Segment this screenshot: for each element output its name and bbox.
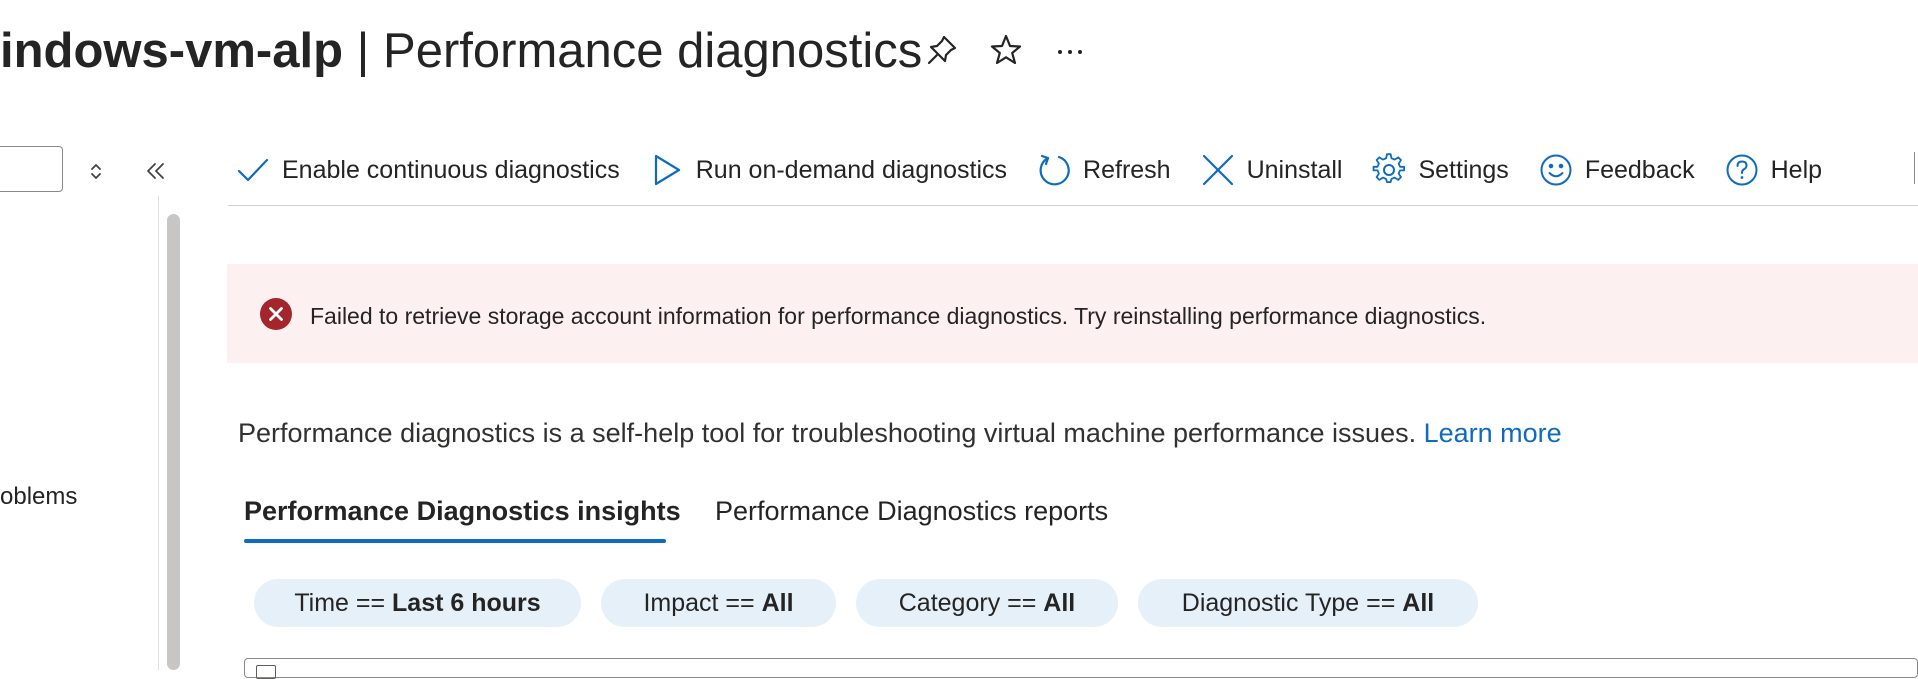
- uninstall-label: Uninstall: [1246, 155, 1343, 184]
- more-icon[interactable]: [1052, 32, 1088, 68]
- filter-value: All: [761, 589, 794, 617]
- command-bar: Enable continuous diagnostics Run on-dem…: [236, 146, 1852, 194]
- filter-key: Impact ==: [643, 589, 762, 617]
- toolbar-bottom-border: [228, 205, 1918, 206]
- error-message: Failed to retrieve storage account infor…: [310, 303, 1487, 329]
- vm-name: indows-vm-alp: [0, 24, 344, 78]
- run-on-demand-diagnostics-label: Run on-demand diagnostics: [695, 155, 1008, 184]
- tab-performance-diagnostics-insights[interactable]: Performance Diagnostics insights: [244, 493, 681, 529]
- settings-button[interactable]: Settings: [1372, 153, 1509, 187]
- learn-more-link[interactable]: Learn more: [1424, 418, 1562, 448]
- help-icon: [1726, 154, 1758, 186]
- expand-collapse-icon[interactable]: [81, 156, 111, 186]
- filter-pill-category[interactable]: Category == All: [856, 579, 1118, 627]
- run-on-demand-diagnostics-button[interactable]: Run on-demand diagnostics: [650, 153, 1007, 187]
- help-label: Help: [1770, 155, 1823, 184]
- sidebar-item-problems[interactable]: oblems: [0, 483, 77, 511]
- filter-pill-time[interactable]: Time == Last 6 hours: [254, 579, 581, 627]
- filter-value: Last 6 hours: [392, 589, 541, 617]
- collapse-sidebar-icon[interactable]: [141, 156, 171, 186]
- intro-description: Performance diagnostics is a self-help t…: [238, 418, 1424, 448]
- page-name: Performance diagnostics: [383, 24, 923, 78]
- enable-continuous-diagnostics-button[interactable]: Enable continuous diagnostics: [236, 153, 620, 187]
- toolbar-divider: [1914, 152, 1915, 184]
- enable-continuous-diagnostics-label: Enable continuous diagnostics: [282, 155, 620, 184]
- close-icon: [1202, 154, 1233, 186]
- sidebar-search-input[interactable]: [0, 146, 63, 192]
- checkmark-icon: [237, 158, 269, 182]
- filter-key: Diagnostic Type ==: [1181, 589, 1403, 617]
- feedback-label: Feedback: [1584, 155, 1695, 184]
- filter-value: All: [1043, 589, 1076, 617]
- refresh-button[interactable]: Refresh: [1037, 153, 1171, 187]
- uninstall-button[interactable]: Uninstall: [1201, 153, 1343, 187]
- filter-pill-impact[interactable]: Impact == All: [601, 579, 836, 627]
- page-title: indows-vm-alp | Performance diagnostics: [0, 18, 922, 84]
- pin-icon[interactable]: [924, 32, 960, 68]
- filter-pill-diagnostic-type[interactable]: Diagnostic Type == All: [1138, 579, 1478, 627]
- play-icon: [654, 154, 680, 186]
- active-tab-indicator: [244, 539, 666, 543]
- help-button[interactable]: Help: [1725, 153, 1822, 187]
- insights-grid: [244, 658, 1918, 678]
- smiley-icon: [1540, 154, 1572, 186]
- refresh-label: Refresh: [1083, 155, 1171, 184]
- gear-icon: [1373, 153, 1406, 184]
- filter-key: Category ==: [898, 589, 1044, 617]
- filter-value: All: [1402, 589, 1435, 617]
- select-all-checkbox[interactable]: [256, 665, 276, 679]
- settings-label: Settings: [1418, 155, 1509, 184]
- sidebar-scrollbar[interactable]: [167, 214, 180, 670]
- tab-performance-diagnostics-reports[interactable]: Performance Diagnostics reports: [715, 493, 1108, 529]
- feedback-button[interactable]: Feedback: [1539, 153, 1695, 187]
- intro-text: Performance diagnostics is a self-help t…: [238, 415, 1562, 451]
- refresh-icon: [1039, 154, 1070, 186]
- title-separator: |: [356, 24, 370, 78]
- filter-key: Time ==: [294, 589, 393, 617]
- sidebar-divider: [158, 196, 159, 670]
- error-icon: [260, 298, 292, 330]
- star-icon[interactable]: [988, 32, 1024, 68]
